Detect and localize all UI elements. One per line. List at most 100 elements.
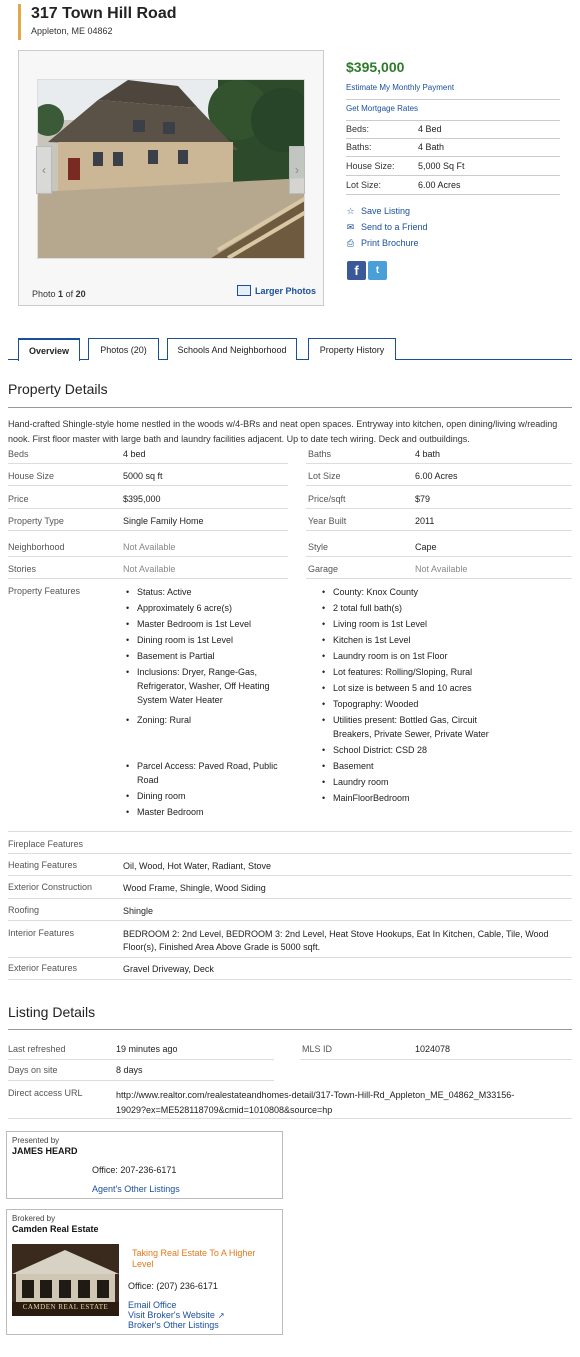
feature-item: Lot size is between 5 and 10 acres xyxy=(319,681,489,695)
fact-value: 4 Bath xyxy=(418,142,445,152)
feature-item: Lot features: Rolling/Sloping, Rural xyxy=(319,665,489,679)
row-divider xyxy=(8,898,572,899)
broker-logo-text: CAMDEN REAL ESTATE xyxy=(22,1303,109,1311)
row-divider xyxy=(8,979,572,980)
tab-photos[interactable]: Photos (20) xyxy=(88,338,159,360)
row-divider xyxy=(8,1059,274,1060)
detail-label: Exterior Features xyxy=(8,963,78,973)
detail-label: Interior Features xyxy=(8,928,75,938)
row-divider xyxy=(306,556,572,557)
fact-value: 4 Bed xyxy=(418,124,442,134)
feature-item: Status: Active xyxy=(123,585,293,599)
twitter-icon: t xyxy=(375,265,380,276)
tab-schools-and-neighborhood[interactable]: Schools And Neighborhood xyxy=(167,338,297,360)
photo-counter-of: of xyxy=(65,289,74,299)
direct-url-label: Direct access URL xyxy=(8,1088,83,1098)
photo-gallery: ‹ › Photo 1 of 20 Larger Photos xyxy=(18,50,324,306)
agent-name: JAMES HEARD xyxy=(12,1146,78,1156)
divider xyxy=(346,138,560,139)
direct-url-value[interactable]: http://www.realtor.com/realestateandhome… xyxy=(116,1088,516,1118)
detail-value: Not Available xyxy=(415,564,468,574)
detail-label: Stories xyxy=(8,564,37,574)
detail-value: Oil, Wood, Hot Water, Radiant, Stove xyxy=(123,861,272,871)
save-listing-link[interactable]: ☆ Save Listing xyxy=(346,206,410,216)
detail-value: 4 bath xyxy=(415,449,441,459)
detail-label: Price/sqft xyxy=(308,494,346,504)
row-divider xyxy=(8,1118,572,1119)
row-divider xyxy=(8,853,572,854)
save-listing-label: Save Listing xyxy=(361,206,411,216)
detail-label: Neighborhood xyxy=(8,542,65,552)
page-title: 317 Town Hill Road xyxy=(31,5,177,22)
feature-item: Utilities present: Bottled Gas, Circuit … xyxy=(319,713,489,741)
brokered-by-heading: Brokered by xyxy=(12,1214,56,1223)
last-refreshed-label: Last refreshed xyxy=(8,1044,66,1054)
mls-id-value: 1024078 xyxy=(415,1044,451,1054)
detail-value: $79 xyxy=(415,494,431,504)
larger-photos-link[interactable]: Larger Photos xyxy=(237,285,316,296)
tab-property-history[interactable]: Property History xyxy=(308,338,396,360)
divider xyxy=(346,99,560,100)
gallery-icon xyxy=(237,285,251,296)
broker-office-phone: Office: (207) 236-6171 xyxy=(128,1281,218,1291)
detail-value: Single Family Home xyxy=(123,516,204,526)
print-brochure-label: Print Brochure xyxy=(361,238,419,248)
agent-other-listings-link[interactable]: Agent's Other Listings xyxy=(92,1184,180,1194)
detail-value: Gravel Driveway, Deck xyxy=(123,964,214,974)
broker-name: Camden Real Estate xyxy=(12,1224,99,1234)
broker-other-listings-link[interactable]: Broker's Other Listings xyxy=(128,1320,219,1330)
feature-item: 2 total full bath(s) xyxy=(319,601,489,615)
twitter-share-button[interactable]: t xyxy=(368,261,387,280)
days-on-site-label: Days on site xyxy=(8,1065,58,1075)
feature-item: Master Bedroom xyxy=(123,805,293,819)
row-divider xyxy=(8,463,288,464)
features-left-list: Status: Active Approximately 6 acre(s) Mas… xyxy=(123,585,293,819)
feature-item: Zoning: Rural xyxy=(123,713,293,727)
row-divider xyxy=(8,578,288,579)
email-office-link[interactable]: Email Office xyxy=(128,1300,176,1310)
fact-label: Beds: xyxy=(346,124,370,134)
row-divider xyxy=(306,530,572,531)
detail-label: Style xyxy=(308,542,329,552)
feature-item: Dining room xyxy=(123,789,293,803)
prev-photo-button[interactable]: ‹ xyxy=(36,146,52,194)
detail-value: Not Available xyxy=(123,564,176,574)
row-divider xyxy=(8,957,572,958)
tab-overview[interactable]: Overview xyxy=(18,338,80,361)
detail-label: Lot Size xyxy=(308,471,341,481)
detail-label: Garage xyxy=(308,564,339,574)
row-divider xyxy=(8,1080,274,1081)
send-to-friend-link[interactable]: ✉ Send to a Friend xyxy=(346,222,428,232)
section-divider xyxy=(8,407,572,408)
broker-website-link[interactable]: Visit Broker's Website ↗ xyxy=(128,1310,225,1320)
detail-label: Beds xyxy=(8,449,29,459)
row-divider xyxy=(300,1059,572,1060)
features-right-list: County: Knox County 2 total full bath(s) L… xyxy=(319,585,489,805)
row-divider xyxy=(8,831,572,832)
divider xyxy=(346,120,560,121)
next-photo-button[interactable]: › xyxy=(289,146,305,194)
detail-label: Year Built xyxy=(308,516,347,526)
divider xyxy=(346,194,560,195)
detail-value: 6.00 Acres xyxy=(415,471,458,481)
property-description: Hand-crafted Shingle-style home nestled … xyxy=(8,419,558,444)
row-divider xyxy=(306,578,572,579)
broker-logo: CAMDEN REAL ESTATE xyxy=(12,1244,119,1316)
facebook-share-button[interactable]: f xyxy=(347,261,366,280)
divider xyxy=(346,156,560,157)
mortgage-rates-link[interactable]: Get Mortgage Rates xyxy=(346,104,418,113)
external-link-icon: ↗ xyxy=(217,1310,225,1320)
printer-icon: ⎙ xyxy=(346,237,355,248)
print-brochure-link[interactable]: ⎙ Print Brochure xyxy=(346,238,419,248)
estimate-payment-link[interactable]: Estimate My Monthly Payment xyxy=(346,83,454,92)
feature-item: Kitchen is 1st Level xyxy=(319,633,489,647)
presented-by-heading: Presented by xyxy=(12,1136,60,1145)
feature-item: Dining room is 1st Level xyxy=(123,633,293,647)
row-divider xyxy=(8,530,288,531)
detail-value: Shingle xyxy=(123,906,154,916)
detail-value: BEDROOM 2: 2nd Level, BEDROOM 3: 2nd Lev… xyxy=(123,929,549,952)
agent-office-phone: Office: 207-236-6171 xyxy=(92,1165,177,1175)
divider xyxy=(346,175,560,176)
listing-photo[interactable] xyxy=(37,79,305,259)
larger-photos-label: Larger Photos xyxy=(255,285,317,296)
